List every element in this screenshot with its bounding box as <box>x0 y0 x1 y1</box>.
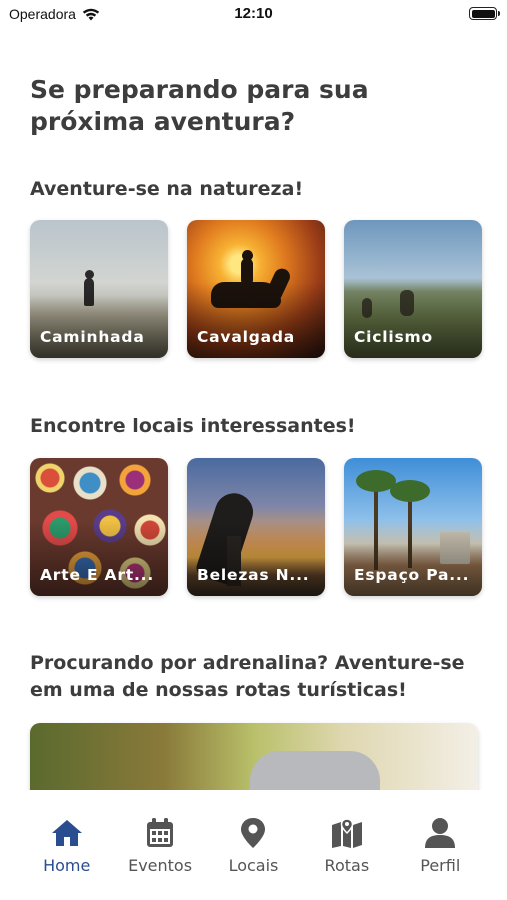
card-caminhada[interactable]: Caminhada <box>30 220 168 358</box>
card-label: Arte E Art... <box>40 566 155 584</box>
card-espaco-publico[interactable]: Espaço Pa... <box>344 458 482 596</box>
tab-label: Home <box>43 856 91 875</box>
clock: 12:10 <box>234 5 273 22</box>
card-cavalgada[interactable]: Cavalgada <box>187 220 325 358</box>
tab-label: Locais <box>228 856 279 875</box>
nature-section-title: Aventure-se na natureza! <box>30 178 304 200</box>
tab-home[interactable]: Home <box>27 790 107 900</box>
card-ciclismo[interactable]: Ciclismo <box>344 220 482 358</box>
tab-eventos[interactable]: Eventos <box>120 790 200 900</box>
tab-bar: Home Eventos Locais Rotas Perfil <box>0 790 507 900</box>
card-label: Espaço Pa... <box>354 566 470 584</box>
card-label: Ciclismo <box>354 328 433 346</box>
routes-section-title: Procurando por adrenalina? Aventure-se e… <box>30 652 465 701</box>
home-icon <box>51 820 82 846</box>
card-label: Caminhada <box>40 328 145 346</box>
user-icon <box>425 818 456 848</box>
battery-icon <box>469 7 500 20</box>
map-icon <box>331 818 362 848</box>
calendar-icon <box>147 818 174 847</box>
card-belezas-naturais[interactable]: Belezas N... <box>187 458 325 596</box>
card-label: Belezas N... <box>197 566 310 584</box>
tab-label: Rotas <box>324 856 370 875</box>
tab-perfil[interactable]: Perfil <box>400 790 480 900</box>
status-bar: Operadora 12:10 <box>0 0 507 30</box>
home-scroll-view[interactable]: Se preparando para sua próxima aventura?… <box>0 30 507 790</box>
tab-label: Eventos <box>128 856 193 875</box>
tab-rotas[interactable]: Rotas <box>307 790 387 900</box>
places-card-row[interactable]: Arte E Art... Belezas N... Espaço Pa... <box>30 458 482 596</box>
route-card-image <box>250 751 380 790</box>
tab-label: Perfil <box>420 856 461 875</box>
card-label: Cavalgada <box>197 328 296 346</box>
tab-locais[interactable]: Locais <box>213 790 293 900</box>
nature-card-row[interactable]: Caminhada Cavalgada Ciclismo <box>30 220 482 358</box>
places-section-title: Encontre locais interessantes! <box>30 415 356 437</box>
card-arte-e-artesanato[interactable]: Arte E Art... <box>30 458 168 596</box>
map-pin-icon <box>241 818 266 848</box>
route-card[interactable] <box>30 723 478 790</box>
page-title: Se preparando para sua próxima aventura? <box>30 75 369 136</box>
